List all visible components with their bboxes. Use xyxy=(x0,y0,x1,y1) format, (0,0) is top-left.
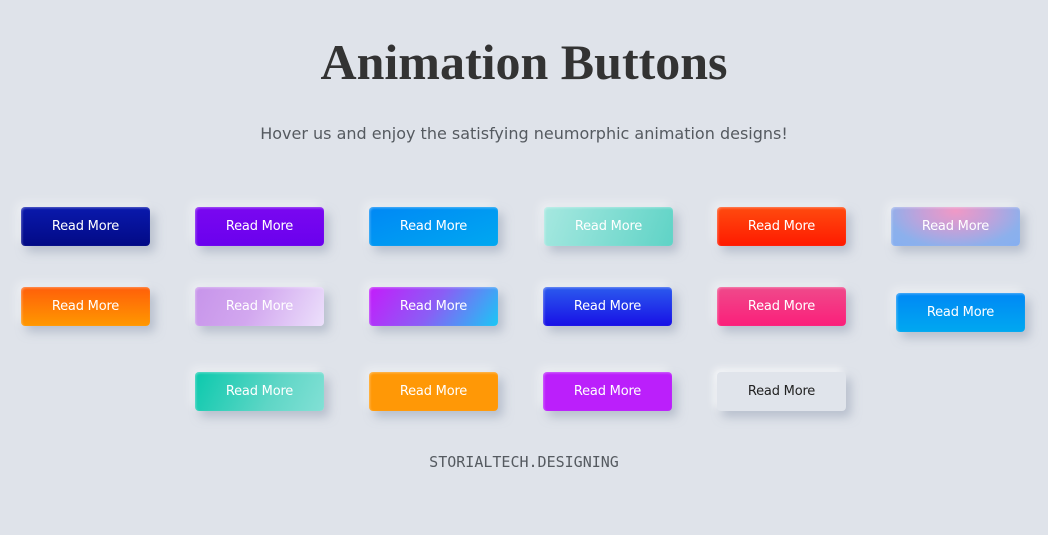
read-more-button-amber[interactable]: Read More xyxy=(369,372,498,411)
page-title: Animation Buttons xyxy=(320,34,728,90)
read-more-button-neumorphic[interactable]: Read More xyxy=(717,372,846,411)
read-more-button-hot-pink[interactable]: Read More xyxy=(717,287,846,326)
read-more-button-mint[interactable]: Read More xyxy=(544,207,673,246)
read-more-button-pink-blue[interactable]: Read More xyxy=(891,207,1020,246)
read-more-button-lavender[interactable]: Read More xyxy=(195,287,324,326)
read-more-button-purple-cyan[interactable]: Read More xyxy=(369,287,498,326)
read-more-button-sky-blue[interactable]: Read More xyxy=(369,207,498,246)
footer-credit: STORIALTECH.DESIGNING xyxy=(429,453,619,471)
read-more-button-violet[interactable]: Read More xyxy=(195,207,324,246)
read-more-button-orange[interactable]: Read More xyxy=(21,287,150,326)
read-more-button-magenta[interactable]: Read More xyxy=(543,372,672,411)
read-more-button-teal[interactable]: Read More xyxy=(195,372,324,411)
read-more-button-sky-blue-raised[interactable]: Read More xyxy=(896,293,1025,332)
read-more-button-royal-blue[interactable]: Read More xyxy=(543,287,672,326)
read-more-button-navy[interactable]: Read More xyxy=(21,207,150,246)
page-subtitle: Hover us and enjoy the satisfying neumor… xyxy=(260,124,788,143)
read-more-button-red-orange[interactable]: Read More xyxy=(717,207,846,246)
